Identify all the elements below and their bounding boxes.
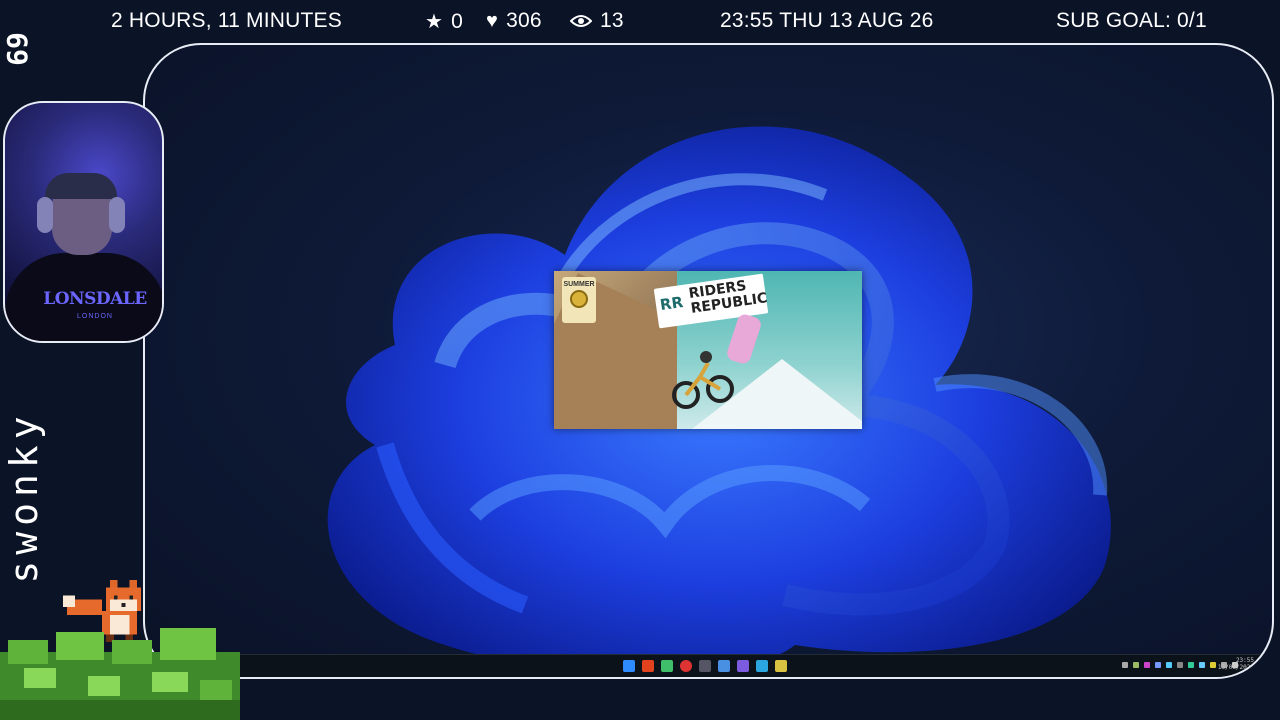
summer-badge: SUMMER xyxy=(562,277,596,323)
likes-stat: ♥ 306 xyxy=(486,9,542,33)
tray-app-icon-4[interactable] xyxy=(1166,662,1172,668)
tray-app-icon-5[interactable] xyxy=(1177,662,1183,668)
stream-datetime: 23:55 THU 13 AUG 26 xyxy=(720,9,934,32)
eye-icon xyxy=(569,10,593,33)
taskbar-date: 13/08/2026 xyxy=(1217,664,1254,671)
tray-app-icon-2[interactable] xyxy=(1144,662,1150,668)
tray-app-icon-8[interactable] xyxy=(1210,662,1216,668)
taskbar-pinned-apps xyxy=(623,658,787,674)
star-icon: ★ xyxy=(425,11,444,33)
tray-app-icon[interactable] xyxy=(1133,662,1139,668)
shirt-print: LONSDALE LONDON xyxy=(43,289,147,329)
tray-app-icon-7[interactable] xyxy=(1199,662,1205,668)
stream-uptime: 2 HOURS, 11 MINUTES xyxy=(111,9,342,32)
pixel-bushes xyxy=(0,628,240,720)
summer-badge-label: SUMMER xyxy=(563,281,595,288)
taskbar-clock[interactable]: 23:55 13/08/2026 xyxy=(1218,657,1254,671)
stream-stats-bar: 2 HOURS, 11 MINUTES ★ 0 ♥ 306 13 23:55 THU… xyxy=(0,0,1280,42)
app-icon-3[interactable] xyxy=(756,660,768,672)
app-icon-2[interactable] xyxy=(718,660,730,672)
tray-app-icon-3[interactable] xyxy=(1155,662,1161,668)
game-splash-screen: SUMMER RR RIDERS REPUBLIC xyxy=(554,271,862,429)
likes-count: 306 xyxy=(506,9,542,32)
game-logo-mark: RR xyxy=(658,292,685,315)
sub-goal: SUB GOAL: 0/1 xyxy=(1056,9,1207,32)
tray-chevron-icon[interactable] xyxy=(1122,662,1128,668)
headphone-right xyxy=(109,197,125,233)
channel-tag: 69 xyxy=(1,32,34,66)
game-title: RIDERS REPUBLIC xyxy=(687,278,769,317)
streamer-cap xyxy=(45,173,117,199)
chrome-icon[interactable] xyxy=(680,660,692,672)
app-icon[interactable] xyxy=(661,660,673,672)
shirt-brand: LONSDALE xyxy=(43,289,147,309)
discord-icon[interactable] xyxy=(737,660,749,672)
followers-count: 0 xyxy=(451,10,464,33)
viewers-count: 13 xyxy=(600,9,624,32)
viewers-stat: 13 xyxy=(569,9,624,33)
mountain-bike-icon xyxy=(672,351,734,409)
brave-browser-icon[interactable] xyxy=(642,660,654,672)
sun-icon xyxy=(570,290,588,308)
taskbar-time: 23:55 xyxy=(1235,657,1254,664)
shirt-brand-sub: LONDON xyxy=(77,313,113,320)
followers-stat: ★ 0 xyxy=(425,9,463,34)
windows-taskbar: 23:55 13/08/2026 xyxy=(145,654,1272,677)
terminal-icon[interactable] xyxy=(699,660,711,672)
start-icon[interactable] xyxy=(623,660,635,672)
tray-app-icon-6[interactable] xyxy=(1188,662,1194,668)
game-launcher-icon[interactable] xyxy=(775,660,787,672)
headphone-left xyxy=(37,197,53,233)
desktop-capture: SUMMER RR RIDERS REPUBLIC 23:55 13/08/20… xyxy=(143,43,1274,679)
heart-icon: ♥ xyxy=(486,10,499,32)
